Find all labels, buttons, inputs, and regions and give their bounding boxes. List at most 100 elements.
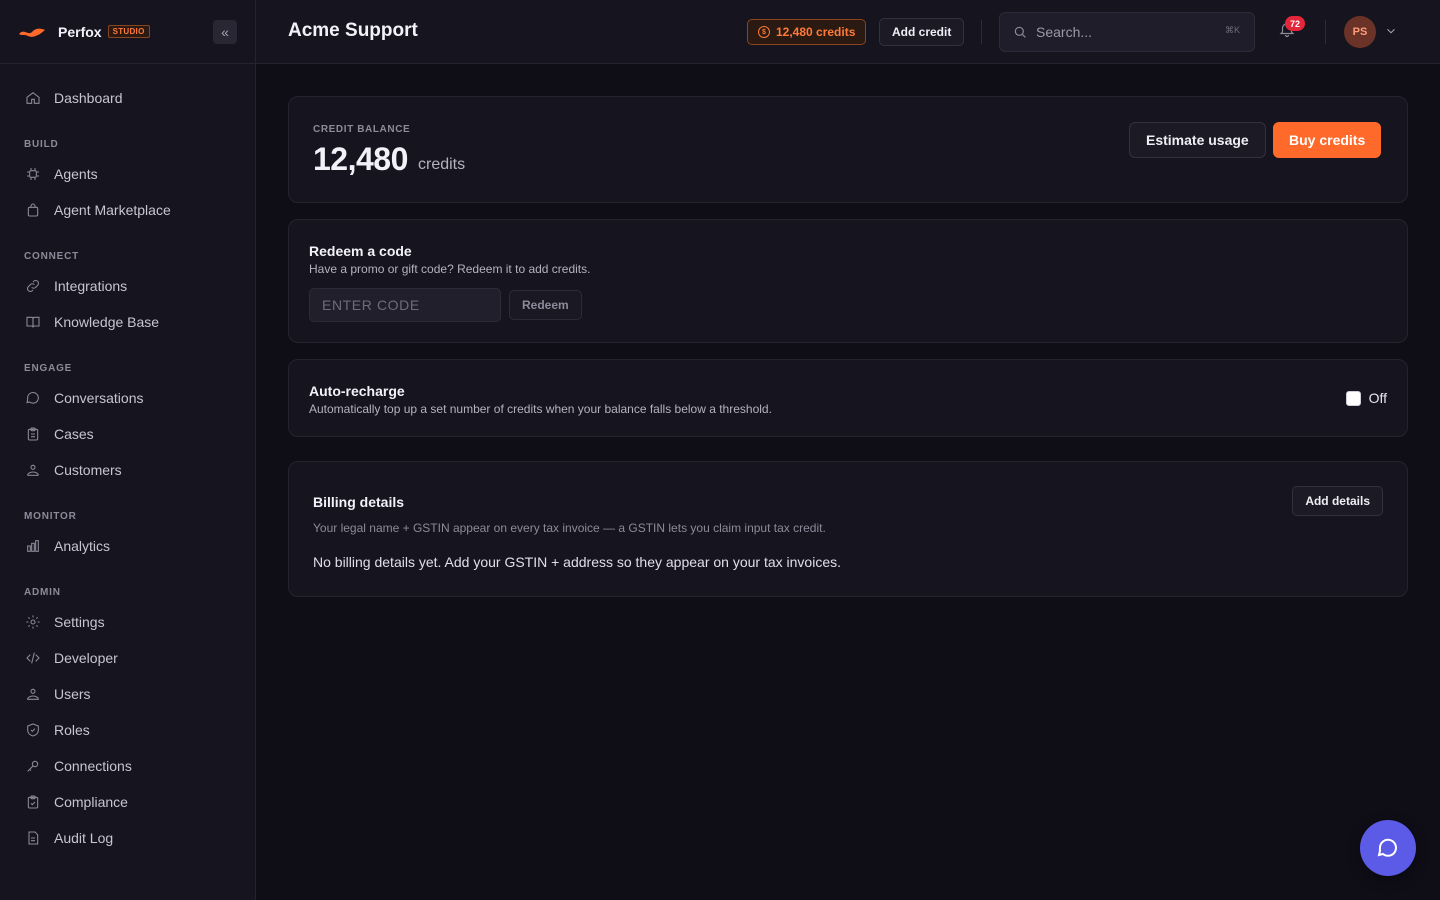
buy-credits-button[interactable]: Buy credits [1273, 122, 1382, 158]
nav-section-connect: CONNECT [24, 251, 80, 262]
sidebar-item-compliance[interactable]: Compliance [0, 784, 255, 820]
sidebar-item-label: Audit Log [54, 830, 114, 846]
perfox-logo-icon [19, 28, 45, 37]
add-details-button[interactable]: Add details [1292, 486, 1383, 516]
sidebar-item-conversations[interactable]: Conversations [0, 380, 255, 416]
credits-pill-label: 12,480 credits [776, 25, 856, 39]
sidebar-item-label: Knowledge Base [54, 314, 160, 330]
users-icon [24, 461, 42, 479]
code-input[interactable] [309, 288, 501, 322]
clipboard-icon [24, 425, 42, 443]
sidebar-nav: Dashboard BUILD Agents Agent Marketplace… [0, 64, 255, 856]
credit-balance-unit: credits [418, 156, 466, 173]
sidebar-item-label: Analytics [54, 538, 111, 554]
search-shortcut: ⌘K [1224, 25, 1240, 35]
auto-recharge-toggle[interactable]: Off [1345, 390, 1387, 406]
redeem-button[interactable]: Redeem [509, 290, 582, 320]
sidebar-item-label: Settings [54, 614, 105, 630]
chat-icon [24, 389, 42, 407]
sidebar-item-dashboard[interactable]: Dashboard [0, 80, 255, 116]
auto-recharge-title: Auto-recharge [309, 383, 405, 399]
brand-tag: STUDIO [107, 25, 150, 38]
sidebar-item-label: Integrations [54, 278, 128, 294]
sidebar-item-integrations[interactable]: Integrations [0, 268, 255, 304]
sidebar: Perfox STUDIO « Dashboard BUILD Agents A… [0, 0, 256, 900]
credits-pill[interactable]: $ 12,480 credits [747, 19, 867, 45]
sidebar-item-developer[interactable]: Developer [0, 640, 255, 676]
sidebar-item-settings[interactable]: Settings [0, 604, 255, 640]
chat-bubble-icon [1377, 838, 1397, 857]
chip-icon [24, 165, 42, 183]
double-chevron-left-icon: « [221, 24, 229, 40]
sidebar-item-connections[interactable]: Connections [0, 748, 255, 784]
shield-icon [24, 721, 42, 739]
sidebar-item-customers[interactable]: Customers [0, 452, 255, 488]
brand-name: Perfox [58, 23, 102, 40]
sidebar-item-label: Conversations [54, 390, 144, 406]
search-box[interactable]: ⌘K [999, 12, 1255, 52]
link-icon [24, 277, 42, 295]
sidebar-item-label: Agents [54, 166, 98, 182]
sidebar-item-label: Dashboard [54, 90, 123, 106]
sidebar-item-label: Users [54, 686, 91, 702]
chevron-down-icon[interactable] [1384, 24, 1400, 40]
document-icon [24, 829, 42, 847]
gear-icon [24, 613, 42, 631]
topbar: Acme Support $ 12,480 credits Add credit… [256, 0, 1440, 64]
coin-icon: $ [758, 26, 770, 38]
sidebar-item-agent-marketplace[interactable]: Agent Marketplace [0, 192, 255, 228]
page-title: Acme Support [288, 20, 418, 41]
sidebar-item-label: Developer [54, 650, 118, 666]
key-icon [24, 757, 42, 775]
notification-badge: 72 [1285, 16, 1305, 31]
search-input[interactable] [1036, 24, 1206, 40]
divider [981, 20, 982, 44]
sidebar-item-label: Customers [54, 462, 122, 478]
nav-section-engage: ENGAGE [24, 363, 73, 374]
auto-recharge-checkbox[interactable] [1345, 390, 1361, 406]
sidebar-item-label: Cases [54, 426, 94, 442]
billing-subtitle: Your legal name + GSTIN appear on every … [313, 521, 826, 535]
nav-section-admin: ADMIN [24, 587, 61, 598]
sidebar-item-knowledge-base[interactable]: Knowledge Base [0, 304, 255, 340]
search-icon [1014, 26, 1026, 38]
clipboard-check-icon [24, 793, 42, 811]
sidebar-item-roles[interactable]: Roles [0, 712, 255, 748]
redeem-subtitle: Have a promo or gift code? Redeem it to … [309, 262, 591, 276]
brand: Perfox STUDIO « [0, 0, 255, 64]
sidebar-item-label: Agent Marketplace [54, 202, 171, 218]
sidebar-item-label: Roles [54, 722, 90, 738]
credit-balance-label: CREDIT BALANCE [313, 124, 411, 135]
sidebar-item-analytics[interactable]: Analytics [0, 528, 255, 564]
nav-section-monitor: MONITOR [24, 511, 77, 522]
auto-recharge-card: Auto-recharge Automatically top up a set… [288, 359, 1408, 437]
avatar[interactable]: PS [1344, 16, 1376, 48]
code-icon [24, 649, 42, 667]
redeem-code-card: Redeem a code Have a promo or gift code?… [288, 219, 1408, 343]
user-icon [24, 685, 42, 703]
credit-balance-value: 12,480 [313, 141, 408, 177]
sidebar-item-label: Compliance [54, 794, 128, 810]
divider [1325, 20, 1326, 44]
sidebar-item-audit-log[interactable]: Audit Log [0, 820, 255, 856]
sidebar-item-label: Connections [54, 758, 132, 774]
credit-balance-card: CREDIT BALANCE 12,480 credits Estimate u… [288, 96, 1408, 203]
bar-chart-icon [24, 537, 42, 555]
add-credit-button[interactable]: Add credit [879, 18, 965, 46]
redeem-title: Redeem a code [309, 243, 412, 259]
collapse-sidebar-button[interactable]: « [213, 20, 237, 44]
auto-recharge-state: Off [1368, 390, 1387, 406]
estimate-usage-button[interactable]: Estimate usage [1129, 122, 1266, 158]
book-icon [24, 313, 42, 331]
billing-title: Billing details [313, 494, 405, 510]
home-icon [24, 89, 42, 107]
sidebar-item-users[interactable]: Users [0, 676, 255, 712]
bag-icon [24, 201, 42, 219]
auto-recharge-subtitle: Automatically top up a set number of cre… [309, 402, 772, 416]
billing-details-card: Billing details Your legal name + GSTIN … [288, 461, 1408, 597]
nav-section-build: BUILD [24, 139, 59, 150]
billing-empty-state: No billing details yet. Add your GSTIN +… [313, 554, 842, 570]
chat-launcher-button[interactable] [1360, 820, 1416, 876]
sidebar-item-cases[interactable]: Cases [0, 416, 255, 452]
sidebar-item-agents[interactable]: Agents [0, 156, 255, 192]
